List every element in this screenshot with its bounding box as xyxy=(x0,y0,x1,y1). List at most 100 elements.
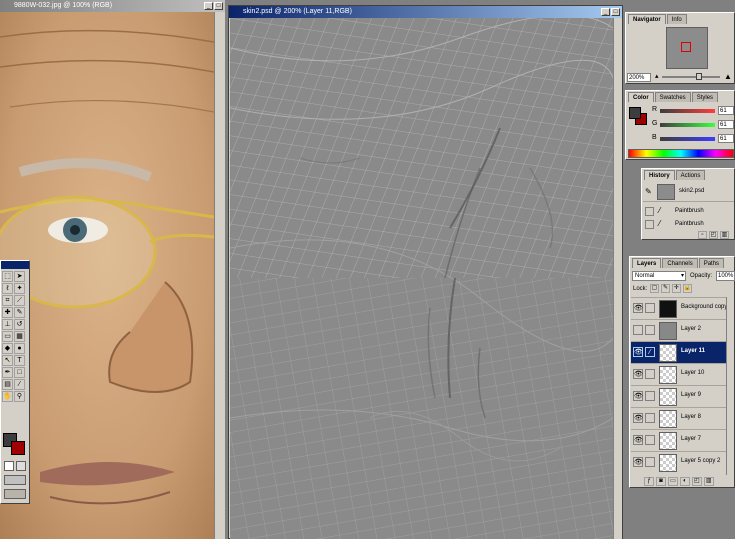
tab-actions[interactable]: Actions xyxy=(675,170,706,180)
layer-style-icon[interactable]: ƒ xyxy=(644,477,654,486)
tab-navigator[interactable]: Navigator xyxy=(628,14,666,24)
eraser-tool-icon[interactable]: ▭ xyxy=(2,331,13,342)
history-snapshot-row[interactable]: ✎ skin2.psd xyxy=(643,182,734,202)
background-color-swatch[interactable] xyxy=(11,441,25,455)
layer-row[interactable]: 👁 Layer 9 xyxy=(631,385,733,407)
tab-history[interactable]: History xyxy=(644,170,675,180)
new-snapshot-icon[interactable]: ◰ xyxy=(708,231,718,239)
layer-row[interactable]: 👁 Layer 8 xyxy=(631,407,733,429)
layer-row[interactable]: 👁 Background copy xyxy=(631,297,733,319)
blue-channel-value[interactable]: 61 xyxy=(718,134,734,143)
notes-tool-icon[interactable]: ▤ xyxy=(2,379,13,390)
tab-styles[interactable]: Styles xyxy=(691,92,719,102)
zoom-out-icon[interactable]: ▴ xyxy=(655,73,661,81)
brush-tool-icon[interactable]: ✎ xyxy=(14,307,25,318)
history-step[interactable]: ⁄ Paintbrush xyxy=(643,206,734,218)
layer-name[interactable]: Layer 7 xyxy=(681,436,701,442)
history-step-checkbox[interactable] xyxy=(645,207,654,216)
visibility-eye-icon[interactable]: 👁 xyxy=(633,435,643,445)
layer-row[interactable]: 👁 Layer 5 copy 2 xyxy=(631,451,733,473)
opacity-field[interactable]: 100% xyxy=(716,271,735,281)
blue-channel-slider[interactable] xyxy=(660,137,715,141)
main-minimize-button[interactable]: _ xyxy=(601,8,610,16)
layer-row[interactable]: 👁 Layer 7 xyxy=(631,429,733,451)
maximize-button[interactable]: □ xyxy=(214,2,223,10)
new-document-from-state-icon[interactable]: ▫ xyxy=(698,231,707,239)
navigator-zoom-slider[interactable] xyxy=(662,73,720,80)
layer-set-icon[interactable]: ▭ xyxy=(667,477,678,486)
layer-row[interactable]: 👁 Layer 10 xyxy=(631,363,733,385)
blend-mode-select[interactable]: Normal ▾ xyxy=(632,271,686,281)
zoom-tool-icon[interactable]: ⚲ xyxy=(14,391,25,402)
jump-to-imageready-icon[interactable] xyxy=(4,489,26,499)
lock-image-icon[interactable]: ✎ xyxy=(660,284,670,293)
crop-tool-icon[interactable]: ⌗ xyxy=(2,295,13,306)
visibility-eye-icon[interactable]: 👁 xyxy=(633,369,643,379)
main-maximize-button[interactable]: □ xyxy=(611,8,620,16)
history-step[interactable]: ⁄ Paintbrush xyxy=(643,219,734,231)
face-photo-canvas[interactable] xyxy=(0,12,214,539)
navigator-thumbnail[interactable] xyxy=(666,27,708,69)
link-toggle[interactable] xyxy=(645,303,655,313)
zoom-in-icon[interactable]: ▲ xyxy=(724,72,732,81)
trash-icon[interactable]: ▥ xyxy=(703,477,714,486)
tab-color[interactable]: Color xyxy=(628,92,654,102)
red-channel-slider[interactable] xyxy=(660,109,715,113)
zoom-slider-thumb[interactable] xyxy=(696,73,702,80)
visibility-eye-icon[interactable] xyxy=(633,325,643,335)
green-channel-value[interactable]: 61 xyxy=(718,120,734,129)
link-toggle[interactable] xyxy=(645,391,655,401)
skin-texture-canvas[interactable] xyxy=(230,18,613,539)
tab-swatches[interactable]: Swatches xyxy=(654,92,691,102)
paintbrush-icon[interactable]: ⁄ xyxy=(645,347,655,357)
quick-mask-on-icon[interactable] xyxy=(16,461,26,471)
toolbox-titlebar[interactable] xyxy=(1,261,29,269)
main-document-titlebar[interactable]: skin2.psd @ 200% (Layer 11,RGB) _ □ xyxy=(229,6,622,18)
history-step-checkbox[interactable] xyxy=(645,220,654,229)
link-toggle[interactable] xyxy=(645,369,655,379)
dodge-tool-icon[interactable]: ● xyxy=(14,343,25,354)
marquee-tool-icon[interactable]: ⬚ xyxy=(2,271,13,282)
tab-info[interactable]: Info xyxy=(666,14,687,24)
blur-tool-icon[interactable]: ◆ xyxy=(2,343,13,354)
link-toggle[interactable] xyxy=(645,457,655,467)
main-document-scrollbar[interactable] xyxy=(613,18,622,539)
new-layer-icon[interactable]: ◰ xyxy=(691,477,702,486)
slice-tool-icon[interactable]: ⟋ xyxy=(14,295,25,306)
layer-mask-icon[interactable]: ◙ xyxy=(655,477,666,486)
screen-mode-icon[interactable] xyxy=(4,475,26,485)
tab-channels[interactable]: Channels xyxy=(662,258,698,268)
navigator-zoom-field[interactable]: 200% xyxy=(627,73,651,82)
shape-tool-icon[interactable]: □ xyxy=(14,367,25,378)
history-brush-tool-icon[interactable]: ↺ xyxy=(14,319,25,330)
layer-name[interactable]: Layer 2 xyxy=(681,326,701,332)
layer-row-selected[interactable]: 👁 ⁄ Layer 11 xyxy=(631,341,733,363)
type-tool-icon[interactable]: T xyxy=(14,355,25,366)
visibility-eye-icon[interactable]: 👁 xyxy=(633,391,643,401)
layer-name[interactable]: Layer 10 xyxy=(681,370,704,376)
minimize-button[interactable]: _ xyxy=(204,2,213,10)
healing-brush-tool-icon[interactable]: ✚ xyxy=(2,307,13,318)
layer-name[interactable]: Layer 11 xyxy=(681,348,705,354)
move-tool-icon[interactable]: ➤ xyxy=(14,271,25,282)
path-selection-tool-icon[interactable]: ↖ xyxy=(2,355,13,366)
red-channel-value[interactable]: 61 xyxy=(718,106,734,115)
link-toggle[interactable] xyxy=(645,435,655,445)
trash-icon[interactable]: ▥ xyxy=(719,231,729,239)
color-spectrum-ramp[interactable] xyxy=(628,149,734,158)
tab-paths[interactable]: Paths xyxy=(698,258,725,268)
visibility-eye-icon[interactable]: 👁 xyxy=(633,303,643,313)
adjustment-layer-icon[interactable]: ◐ xyxy=(679,477,690,486)
layer-name[interactable]: Background copy xyxy=(681,304,727,310)
color-foreground-swatch[interactable] xyxy=(629,107,641,119)
layers-scrollbar[interactable] xyxy=(726,297,734,475)
left-document-titlebar[interactable]: 9880W-032.jpg @ 100% (RGB) _ □ xyxy=(0,0,225,12)
layer-name[interactable]: Layer 9 xyxy=(681,392,701,398)
visibility-eye-icon[interactable]: 👁 xyxy=(633,457,643,467)
layer-name[interactable]: Layer 8 xyxy=(681,414,701,420)
lock-all-icon[interactable]: 🔒 xyxy=(682,284,692,293)
layer-row[interactable]: Layer 2 xyxy=(631,319,733,341)
link-toggle[interactable] xyxy=(645,413,655,423)
eyedropper-tool-icon[interactable]: ⁄ xyxy=(14,379,25,390)
quick-mask-icon[interactable] xyxy=(4,461,14,471)
